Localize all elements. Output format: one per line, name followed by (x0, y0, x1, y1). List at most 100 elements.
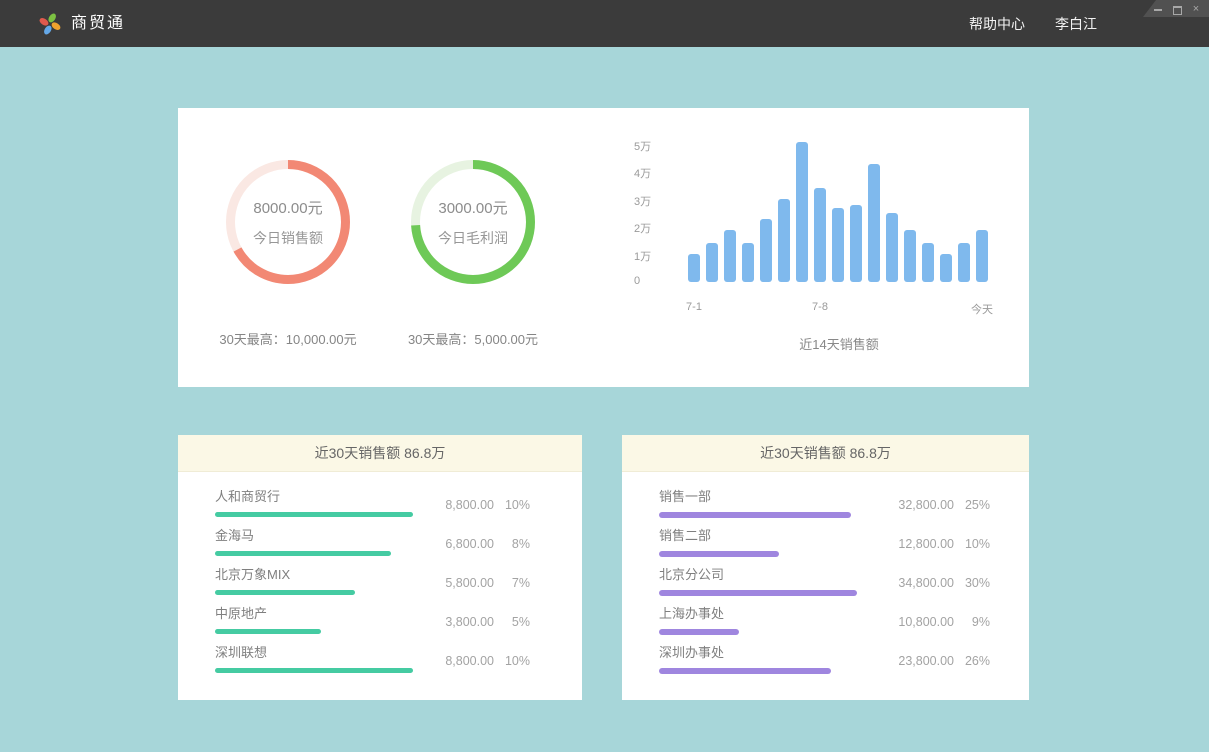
today-sales-value: 8000.00元 (253, 197, 322, 218)
row-value: 6,800.00 (416, 537, 494, 551)
row-percent: 8% (494, 537, 530, 551)
bar (940, 254, 952, 282)
row-numbers: 23,800.0026% (876, 654, 990, 668)
list-item: 深圳办事处23,800.0026% (659, 641, 990, 680)
row-numbers: 8,800.0010% (416, 654, 530, 668)
list-item: 金海马6,800.008% (215, 524, 530, 563)
maximize-icon[interactable] (1172, 4, 1182, 14)
bar (832, 208, 844, 282)
today-profit-label: 今日毛利润 (438, 228, 508, 248)
chart-title: 近14天销售额 (688, 334, 990, 353)
row-value: 8,800.00 (416, 498, 494, 512)
current-user-link[interactable]: 李白江 (1055, 14, 1097, 34)
y-tick-label: 3万 (634, 193, 679, 209)
bar (868, 164, 880, 282)
bar (688, 254, 700, 282)
help-center-link[interactable]: 帮助中心 (969, 14, 1025, 34)
list-item: 北京分公司34,800.0030% (659, 563, 990, 602)
x-tick-label: 今天 (971, 301, 993, 317)
y-tick-label: 0 (634, 275, 679, 287)
list-item: 上海办事处10,800.009% (659, 602, 990, 641)
progress-bar (659, 629, 739, 635)
list-item: 中原地产3,800.005% (215, 602, 530, 641)
row-numbers: 34,800.0030% (876, 576, 990, 590)
today-profit-gauge: 3000.00元 今日毛利润 30天最高：5,000.00元 (368, 159, 578, 348)
summary-card: 8000.00元 今日销售额 30天最高：10,000.00元 3000.00元… (178, 108, 1029, 387)
row-value: 8,800.00 (416, 654, 494, 668)
progress-bar (215, 512, 413, 517)
list-item: 深圳联想8,800.0010% (215, 641, 530, 680)
close-icon[interactable]: × (1191, 4, 1201, 14)
bar (778, 199, 790, 282)
row-value: 12,800.00 (876, 537, 954, 551)
app-header: 商贸通 帮助中心 李白江 × (0, 0, 1209, 47)
list-item: 北京万象MIX5,800.007% (215, 563, 530, 602)
today-sales-gauge: 8000.00元 今日销售额 30天最高：10,000.00元 (183, 159, 393, 348)
row-percent: 5% (494, 615, 530, 629)
row-numbers: 6,800.008% (416, 537, 530, 551)
window-controls: × (1143, 0, 1209, 17)
y-tick-label: 5万 (634, 138, 679, 154)
bar-series (688, 128, 990, 282)
customers-card-title: 近30天销售额 86.8万 (178, 435, 582, 472)
appbar-right-group: 帮助中心 李白江 (969, 0, 1097, 47)
today-profit-value: 3000.00元 (438, 197, 507, 218)
today-sales-label: 今日销售额 (253, 228, 323, 248)
bar (958, 243, 970, 282)
progress-bar (659, 551, 779, 557)
progress-bar (659, 512, 851, 518)
row-numbers: 8,800.0010% (416, 498, 530, 512)
bar (850, 205, 862, 282)
x-tick-label: 7-8 (812, 301, 828, 313)
departments-list: 销售一部32,800.0025%销售二部12,800.0010%北京分公司34,… (622, 472, 1029, 680)
donut-center-text: 3000.00元 今日毛利润 (410, 159, 536, 285)
row-percent: 26% (954, 654, 990, 668)
y-tick-label: 1万 (634, 248, 679, 264)
profit-30day-max: 30天最高：5,000.00元 (408, 329, 538, 348)
row-numbers: 3,800.005% (416, 615, 530, 629)
y-tick-label: 2万 (634, 220, 679, 236)
progress-bar (215, 668, 413, 673)
departments-card-title: 近30天销售额 86.8万 (622, 435, 1029, 472)
bar (976, 230, 988, 282)
bar (724, 230, 736, 282)
departments-ranking-card: 近30天销售额 86.8万 销售一部32,800.0025%销售二部12,800… (622, 435, 1029, 700)
customers-ranking-card: 近30天销售额 86.8万 人和商贸行8,800.0010%金海马6,800.0… (178, 435, 582, 700)
list-item: 人和商贸行8,800.0010% (215, 485, 530, 524)
row-value: 32,800.00 (876, 498, 954, 512)
progress-bar (659, 668, 831, 674)
sales-14day-bar-chart: 0 1万 2万 3万 4万 5万 7-1 7-8 今天 近14天销售额 (618, 128, 1013, 373)
y-tick-label: 4万 (634, 165, 679, 181)
x-tick-label: 7-1 (686, 301, 702, 313)
row-percent: 10% (954, 537, 990, 551)
bar (886, 213, 898, 282)
today-profit-donut: 3000.00元 今日毛利润 (410, 159, 536, 285)
minimize-icon[interactable] (1153, 4, 1163, 14)
sales-30day-max: 30天最高：10,000.00元 (219, 329, 356, 348)
bar (706, 243, 718, 282)
bar (922, 243, 934, 282)
list-item: 销售二部12,800.0010% (659, 524, 990, 563)
row-value: 5,800.00 (416, 576, 494, 590)
row-percent: 10% (494, 654, 530, 668)
row-value: 10,800.00 (876, 615, 954, 629)
bar (904, 230, 916, 282)
row-value: 23,800.00 (876, 654, 954, 668)
donut-center-text: 8000.00元 今日销售额 (225, 159, 351, 285)
row-percent: 30% (954, 576, 990, 590)
progress-bar (215, 551, 391, 556)
row-percent: 10% (494, 498, 530, 512)
row-percent: 25% (954, 498, 990, 512)
bar (814, 188, 826, 282)
app-title: 商贸通 (71, 0, 125, 47)
row-percent: 9% (954, 615, 990, 629)
progress-bar (659, 590, 857, 596)
row-value: 34,800.00 (876, 576, 954, 590)
row-value: 3,800.00 (416, 615, 494, 629)
row-numbers: 12,800.0010% (876, 537, 990, 551)
bar (796, 142, 808, 282)
desktop-background: { "header": { "brand": "商贸通", "help_cent… (0, 0, 1209, 752)
row-numbers: 5,800.007% (416, 576, 530, 590)
bar (760, 219, 772, 282)
app-logo-pinwheel-icon (38, 12, 62, 36)
